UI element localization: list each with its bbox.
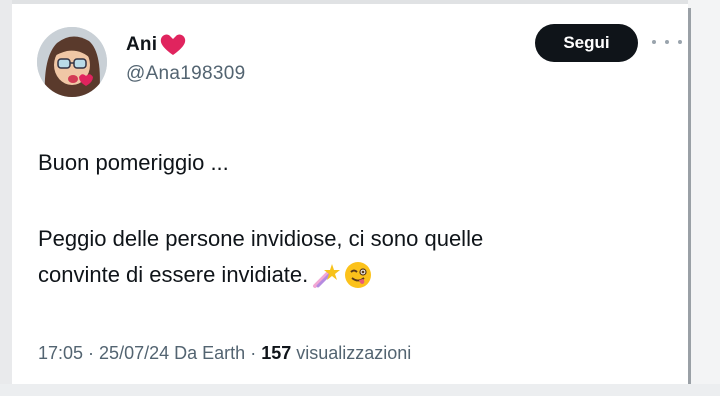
more-dot: [652, 40, 656, 44]
more-horizontal-icon[interactable]: [652, 33, 682, 51]
tweet-text-line-3-content: convinte di essere invidiate.: [38, 262, 309, 287]
tweet-time[interactable]: 17:05: [38, 343, 83, 364]
shooting-star-emoji-icon: [312, 261, 341, 289]
tweet-date[interactable]: 25/07/24: [99, 343, 169, 364]
views-count: 157: [261, 343, 292, 363]
memoji-avatar-icon: [37, 27, 107, 97]
screenshot-border-right: [688, 0, 720, 396]
more-dot: [665, 40, 669, 44]
winking-face-tongue-emoji-icon: [344, 261, 372, 289]
author-display-name[interactable]: Ani: [126, 34, 157, 56]
tweet-text-line-2: Peggio delle persone invidiose, ci sono …: [38, 226, 484, 251]
avatar[interactable]: [37, 27, 107, 97]
screenshot-border-bottom: [0, 384, 720, 396]
red-heart-icon: [159, 33, 187, 57]
screenshot-border-top: [0, 0, 720, 4]
tweet-text-line-1: Buon pomeriggio ...: [38, 150, 229, 175]
follow-button[interactable]: Segui: [535, 24, 638, 62]
meta-separator: ·: [245, 343, 262, 363]
author-name-row[interactable]: Ani: [126, 32, 187, 58]
tweet-text-line-3: convinte di essere invidiate.: [38, 257, 372, 293]
scrollbar[interactable]: [688, 8, 691, 396]
meta-separator: ·: [83, 343, 100, 363]
tweet-meta: 17:05 · 25/07/24 Da Earth · 157 visualiz…: [38, 343, 411, 364]
screenshot-border-left: [0, 0, 12, 396]
tweet-source: Da Earth: [174, 343, 246, 363]
more-dot: [678, 40, 682, 44]
views-label: visualizzazioni: [296, 343, 412, 363]
author-handle[interactable]: @Ana198309: [126, 63, 246, 85]
